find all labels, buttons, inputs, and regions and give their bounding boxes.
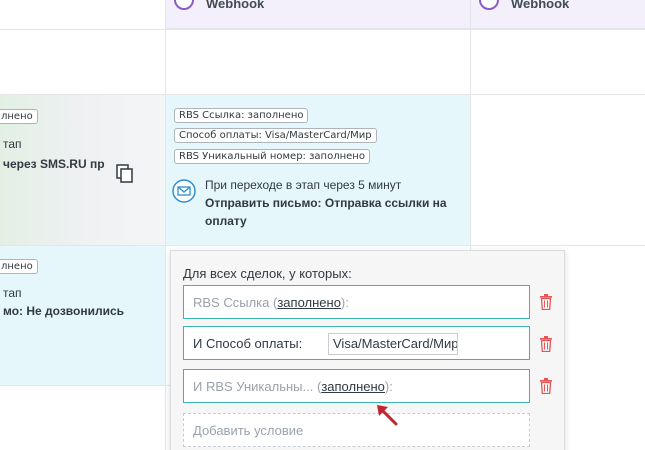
webhook-icon	[174, 0, 194, 10]
trigger-action: оплату	[205, 214, 247, 228]
card-line: тап	[3, 137, 22, 151]
email-icon	[172, 179, 196, 203]
status-tag: лнено	[0, 109, 38, 124]
add-condition-label: Добавить условие	[193, 423, 304, 438]
column-title: Webhook	[206, 0, 265, 11]
condition-value-link[interactable]: заполнено	[321, 379, 385, 394]
add-condition-button[interactable]: Добавить условие	[183, 413, 530, 447]
left-card-sms[interactable]: лнено тап через SMS.RU пр	[0, 95, 165, 245]
condition-field: И Способ оплаты:	[193, 336, 303, 351]
condition-popup: Для всех сделок, у которых: RBS Ссылка (…	[170, 250, 565, 450]
trigger-action: Отправить письмо: Отправка ссылки на	[205, 196, 447, 210]
column-title: Webhook	[511, 0, 570, 11]
delete-icon[interactable]	[539, 378, 553, 394]
condition-field: И RBS Уникальны...	[193, 379, 314, 394]
condition-field: RBS Ссылка	[193, 295, 270, 310]
condition-label: И RBS Уникальны... (заполнено):	[193, 379, 393, 394]
grid-line	[470, 0, 471, 250]
delete-icon[interactable]	[539, 336, 553, 352]
condition-label: RBS Ссылка (заполнено):	[193, 295, 349, 310]
condition-tag: Способ оплаты: Visa/MasterCard/Мир	[174, 128, 377, 143]
card-action: через SMS.RU пр	[3, 157, 105, 171]
trigger-timing: При переходе в этап через 5 минут	[205, 178, 402, 192]
left-card-call[interactable]: лнено тап мо: Не дозвонились	[0, 246, 165, 385]
condition-row[interactable]: И RBS Уникальны... (заполнено):	[183, 369, 530, 403]
status-tag: лнено	[0, 259, 38, 274]
condition-tag: RBS Ссылка: заполнено	[174, 108, 309, 123]
popup-heading: Для всех сделок, у которых:	[183, 266, 352, 281]
payment-method-select[interactable]: Visa/MasterCard/Мир	[328, 333, 458, 355]
card-action: мо: Не дозвонились	[3, 304, 125, 318]
card-line: тап	[3, 286, 22, 300]
webhook-icon	[479, 0, 499, 10]
column-header-2: Webhook	[471, 0, 645, 29]
annotation-arrow-icon	[377, 405, 398, 426]
delete-icon[interactable]	[539, 294, 553, 310]
column-header-1: Webhook	[166, 0, 471, 29]
condition-tag: RBS Уникальный номер: заполнено	[174, 149, 370, 164]
condition-value-link[interactable]: заполнено	[277, 295, 341, 310]
trigger-card[interactable]: RBS Ссылка: заполнено Способ оплаты: Vis…	[166, 95, 470, 245]
grid-line	[0, 385, 170, 386]
grid-line	[0, 29, 645, 30]
copy-icon[interactable]	[116, 164, 134, 184]
condition-row[interactable]: И Способ оплаты: Visa/MasterCard/Мир	[183, 326, 530, 360]
condition-row[interactable]: RBS Ссылка (заполнено):	[183, 285, 530, 319]
